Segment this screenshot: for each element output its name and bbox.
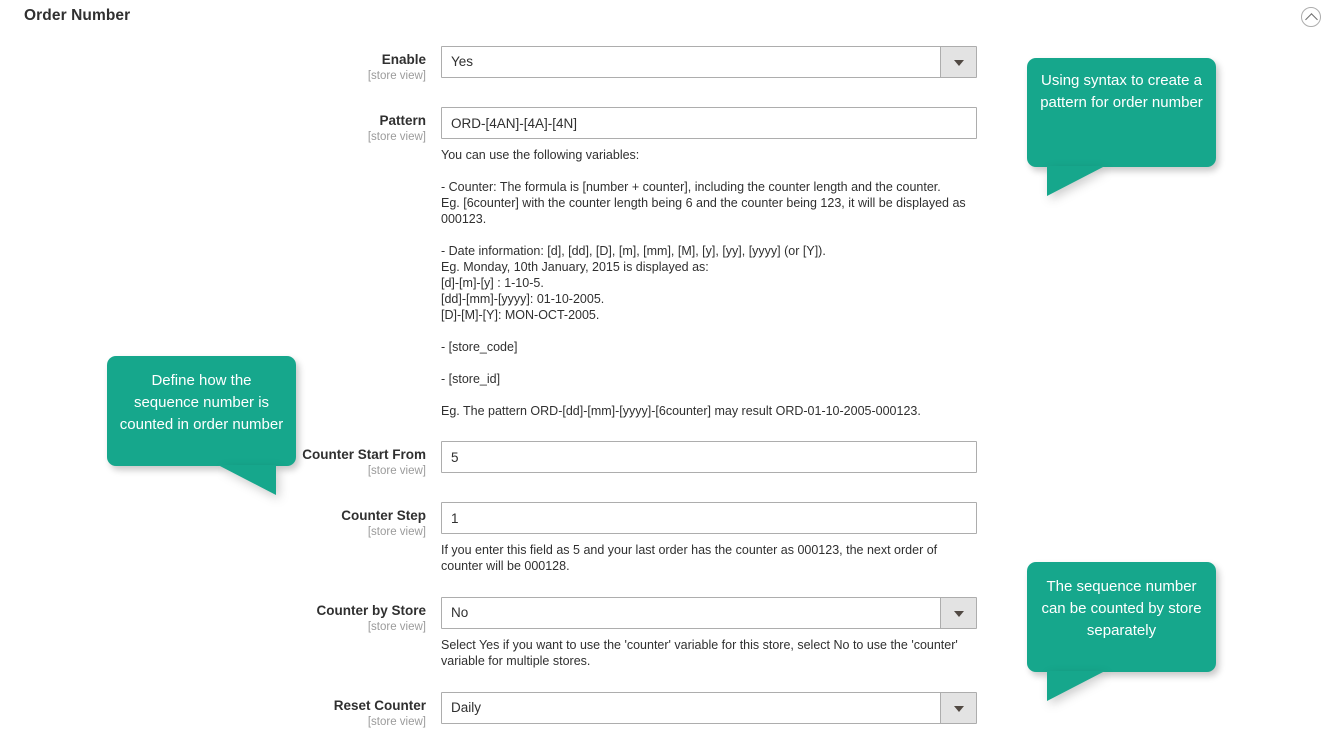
field-scope: [store view] bbox=[0, 130, 426, 145]
counter-step-input[interactable] bbox=[441, 502, 977, 534]
control-counter-step: If you enter this field as 5 and your la… bbox=[441, 502, 977, 574]
counter-by-store-dropdown-button[interactable] bbox=[940, 598, 976, 628]
help-date-line3: [d]-[m]-[y] : 1-10-5. bbox=[441, 275, 977, 291]
reset-counter-select-value: Daily bbox=[451, 693, 481, 723]
control-counter-start-from bbox=[441, 441, 977, 473]
callout-pattern-syntax: Using syntax to create a pattern for ord… bbox=[1027, 58, 1216, 167]
help-store-code: - [store_code] bbox=[441, 339, 977, 355]
control-reset-counter: Daily bbox=[441, 692, 977, 724]
caret-down-icon bbox=[954, 60, 964, 66]
label-counter-by-store: Counter by Store [store view] bbox=[0, 597, 441, 635]
callout-tail bbox=[1047, 671, 1105, 701]
chevron-up-glyph bbox=[1305, 13, 1318, 26]
field-scope: [store view] bbox=[0, 620, 426, 635]
callout-tail bbox=[1047, 166, 1105, 196]
reset-counter-dropdown-button[interactable] bbox=[940, 693, 976, 723]
enable-select-value: Yes bbox=[451, 47, 473, 77]
counter-by-store-select-value: No bbox=[451, 598, 468, 628]
help-text: Select Yes if you want to use the 'count… bbox=[441, 637, 977, 669]
callout-counted-by-store: The sequence number can be counted by st… bbox=[1027, 562, 1216, 672]
field-label: Pattern bbox=[0, 112, 426, 129]
help-date-line5: [D]-[M]-[Y]: MON-OCT-2005. bbox=[441, 307, 977, 323]
counter-step-help-text: If you enter this field as 5 and your la… bbox=[441, 542, 977, 574]
field-scope: [store view] bbox=[0, 715, 426, 730]
help-date-line4: [dd]-[mm]-[yyyy]: 01-10-2005. bbox=[441, 291, 977, 307]
callout-text: Using syntax to create a pattern for ord… bbox=[1040, 72, 1203, 111]
field-label: Enable bbox=[0, 51, 426, 68]
control-enable: Yes bbox=[441, 46, 977, 78]
help-store-id: - [store_id] bbox=[441, 371, 977, 387]
label-enable: Enable [store view] bbox=[0, 46, 441, 84]
help-example: Eg. The pattern ORD-[dd]-[mm]-[yyyy]-[6c… bbox=[441, 403, 977, 419]
enable-select-dropdown-button[interactable] bbox=[940, 47, 976, 77]
label-reset-counter: Reset Counter [store view] bbox=[0, 692, 441, 730]
field-scope: [store view] bbox=[0, 525, 426, 540]
callout-tail bbox=[218, 465, 276, 495]
caret-down-icon bbox=[954, 611, 964, 617]
counter-by-store-select[interactable]: No bbox=[441, 597, 977, 629]
field-scope: [store view] bbox=[0, 464, 426, 479]
counter-start-from-input[interactable] bbox=[441, 441, 977, 473]
callout-text: Define how the sequence number is counte… bbox=[120, 372, 283, 433]
caret-down-icon bbox=[954, 706, 964, 712]
label-counter-step: Counter Step [store view] bbox=[0, 502, 441, 540]
control-pattern: You can use the following variables: - C… bbox=[441, 107, 977, 419]
enable-select[interactable]: Yes bbox=[441, 46, 977, 78]
counter-by-store-help-text: Select Yes if you want to use the 'count… bbox=[441, 637, 977, 669]
page-title: Order Number bbox=[24, 7, 130, 25]
help-counter-line2: Eg. [6counter] with the counter length b… bbox=[441, 195, 977, 227]
field-scope: [store view] bbox=[0, 69, 426, 84]
callout-text: The sequence number can be counted by st… bbox=[1041, 578, 1201, 639]
pattern-input[interactable] bbox=[441, 107, 977, 139]
control-counter-by-store: No Select Yes if you want to use the 'co… bbox=[441, 597, 977, 669]
pattern-help-text: You can use the following variables: - C… bbox=[441, 147, 977, 419]
field-label: Reset Counter bbox=[0, 697, 426, 714]
help-counter-line1: - Counter: The formula is [number + coun… bbox=[441, 179, 977, 195]
help-text: If you enter this field as 5 and your la… bbox=[441, 542, 977, 574]
help-date-line2: Eg. Monday, 10th January, 2015 is displa… bbox=[441, 259, 977, 275]
reset-counter-select[interactable]: Daily bbox=[441, 692, 977, 724]
field-label: Counter by Store bbox=[0, 602, 426, 619]
field-label: Counter Step bbox=[0, 507, 426, 524]
callout-sequence-counted: Define how the sequence number is counte… bbox=[107, 356, 296, 466]
field-row-reset-counter: Reset Counter [store view] Daily bbox=[0, 692, 1339, 730]
section-header: Order Number bbox=[0, 0, 1339, 35]
label-pattern: Pattern [store view] bbox=[0, 107, 441, 145]
chevron-up-circle-icon[interactable] bbox=[1301, 7, 1321, 27]
help-date-line1: - Date information: [d], [dd], [D], [m],… bbox=[441, 243, 977, 259]
help-intro: You can use the following variables: bbox=[441, 147, 977, 163]
